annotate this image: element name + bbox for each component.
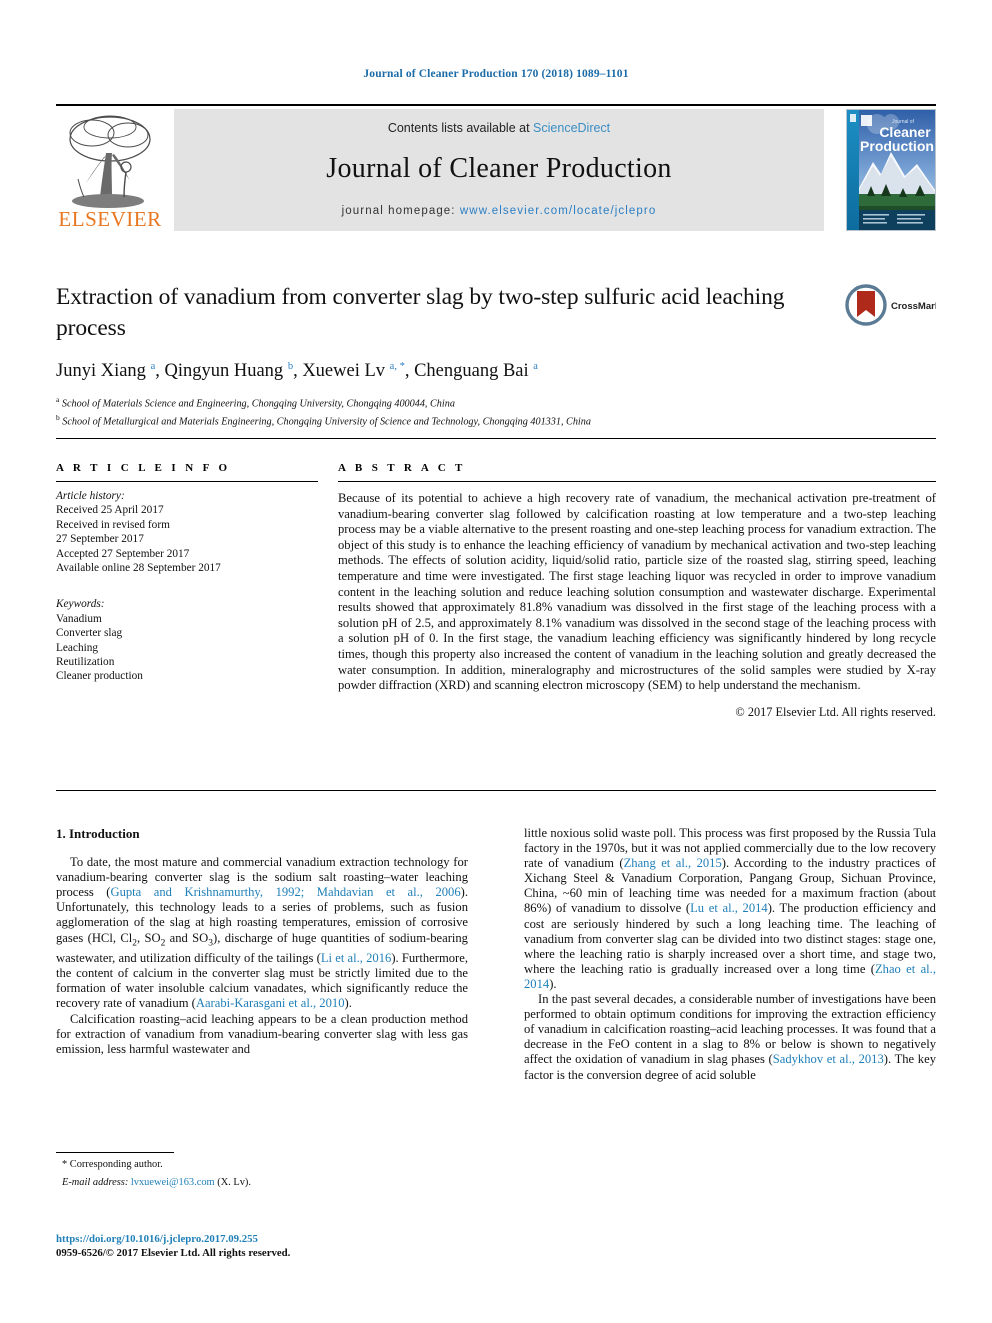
body-paragraph: little noxious solid waste poll. This pr… — [524, 826, 936, 991]
abstract-rule — [338, 481, 936, 482]
keyword-item: Reutilization — [56, 656, 115, 669]
svg-text:Production: Production — [860, 138, 934, 154]
revised-label: Received in revised form — [56, 518, 170, 531]
info-section-bottom-rule — [56, 790, 936, 791]
running-head: Journal of Cleaner Production 170 (2018)… — [363, 68, 629, 80]
journal-article-page: Journal of Cleaner Production 170 (2018)… — [0, 0, 992, 1323]
accepted-date: Accepted 27 September 2017 — [56, 547, 190, 560]
body-paragraph: To date, the most mature and commercial … — [56, 855, 468, 1011]
journal-title: Journal of Cleaner Production — [326, 153, 672, 184]
affiliation-b: b School of Metallurgical and Materials … — [56, 413, 591, 428]
crossmark-label: CrossMark — [891, 301, 936, 312]
article-info-rule — [56, 481, 318, 482]
abstract-heading: A B S T R A C T — [338, 462, 466, 474]
keywords-label: Keywords: — [56, 598, 105, 611]
email-suffix: (X. Lv). — [217, 1177, 251, 1189]
section-heading-introduction: 1. Introduction — [56, 826, 140, 841]
homepage-label: journal homepage: — [341, 205, 456, 217]
doi-area: https://doi.org/10.1016/j.jclepro.2017.0… — [56, 1232, 476, 1260]
body-paragraph: In the past several decades, a considera… — [524, 992, 936, 1082]
journal-homepage-line: journal homepage: www.elsevier.com/locat… — [174, 205, 824, 217]
abstract-text: Because of its potential to achieve a hi… — [338, 491, 936, 693]
footnote-rule — [56, 1152, 174, 1153]
title-block: CrossMark Extraction of vanadium from co… — [56, 282, 936, 429]
revised-date: 27 September 2017 — [56, 533, 144, 546]
article-history-label: Article history: — [56, 490, 125, 502]
affiliation-a-text: School of Materials Science and Engineer… — [61, 398, 455, 410]
article-info-column: A R T I C L E I N F O Article history: R… — [56, 462, 318, 684]
received-date: Received 25 April 2017 — [56, 504, 164, 517]
body-column-right: little noxious solid waste poll. This pr… — [524, 826, 936, 1083]
email-label: E-mail address: — [62, 1177, 129, 1189]
svg-text:ELSEVIER: ELSEVIER — [58, 207, 161, 231]
keyword-item: Cleaner production — [56, 670, 143, 683]
article-info-heading: A R T I C L E I N F O — [56, 462, 231, 474]
homepage-url-link[interactable]: www.elsevier.com/locate/jclepro — [460, 205, 656, 217]
elsevier-logo: ELSEVIER — [56, 109, 164, 231]
body-paragraph: Calcification roasting–acid leaching app… — [56, 1011, 468, 1056]
body-column-left: 1. Introduction To date, the most mature… — [56, 826, 468, 1057]
abstract-copyright: © 2017 Elsevier Ltd. All rights reserved… — [735, 704, 936, 719]
footnote-area: * Corresponding author. E-mail address: … — [56, 1152, 468, 1190]
contents-prefix: Contents lists available at — [387, 121, 530, 135]
sciencedirect-link[interactable]: ScienceDirect — [533, 121, 610, 135]
affiliation-b-text: School of Metallurgical and Materials En… — [62, 416, 591, 428]
crossmark-badge[interactable]: CrossMark — [844, 282, 936, 328]
article-title: Extraction of vanadium from converter sl… — [56, 284, 785, 341]
keyword-item: Converter slag — [56, 627, 123, 640]
journal-cover-thumbnail: Journal of Cleaner Production — [846, 109, 936, 231]
affiliation-a: a School of Materials Science and Engine… — [56, 395, 455, 410]
info-section-top-rule — [56, 438, 936, 439]
corresponding-author-note: * Corresponding author. — [62, 1159, 163, 1170]
keywords-block: Keywords: Vanadium Converter slag Leachi… — [56, 597, 318, 683]
masthead-band: Contents lists available at ScienceDirec… — [174, 109, 824, 231]
email-note: E-mail address: lvxuewei@163.com (X. Lv)… — [56, 1176, 468, 1189]
keyword-item: Vanadium — [56, 612, 102, 625]
author-list: Junyi Xiang a, Qingyun Huang b, Xuewei L… — [56, 361, 538, 382]
contents-list-line: Contents lists available at ScienceDirec… — [174, 121, 824, 135]
issn-copyright-line: 0959-6526/© 2017 Elsevier Ltd. All right… — [56, 1247, 291, 1259]
email-link[interactable]: lvxuewei@163.com — [131, 1177, 215, 1188]
abstract-column: A B S T R A C T Because of its potential… — [338, 462, 936, 720]
journal-masthead: ELSEVIER Contents lists available at Sci… — [56, 104, 936, 234]
keyword-item: Leaching — [56, 641, 99, 654]
affiliation-list: a School of Materials Science and Engine… — [56, 393, 936, 429]
doi-link[interactable]: https://doi.org/10.1016/j.jclepro.2017.0… — [56, 1232, 476, 1246]
article-history-block: Article history: Received 25 April 2017 … — [56, 489, 318, 575]
available-online-date: Available online 28 September 2017 — [56, 562, 221, 575]
